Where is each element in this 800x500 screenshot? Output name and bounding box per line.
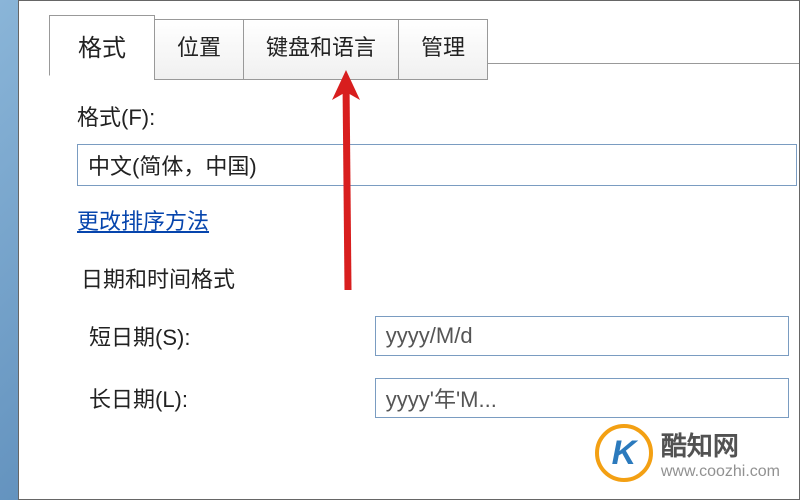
change-sort-link[interactable]: 更改排序方法 <box>77 204 209 236</box>
short-date-row: 短日期(S): yyyy/M/d <box>77 316 789 356</box>
short-date-combo[interactable]: yyyy/M/d <box>375 316 789 356</box>
watermark-text: 酷知网 www.coozhi.com <box>661 426 780 481</box>
long-date-value: yyyy'年'M... <box>386 382 497 414</box>
watermark-logo-icon: K <box>595 424 653 482</box>
watermark: K 酷知网 www.coozhi.com <box>595 424 780 482</box>
tab-location[interactable]: 位置 <box>154 19 244 80</box>
datetime-group-label: 日期和时间格式 <box>81 262 789 294</box>
long-date-combo[interactable]: yyyy'年'M... <box>375 378 789 418</box>
long-date-row: 长日期(L): yyyy'年'M... <box>77 378 789 418</box>
tab-bar: 格式 位置 键盘和语言 管理 <box>49 19 487 80</box>
format-label: 格式(F): <box>77 100 789 132</box>
format-combo-value: 中文(简体，中国) <box>88 149 257 181</box>
tab-keyboard-language[interactable]: 键盘和语言 <box>243 19 399 80</box>
long-date-label: 长日期(L): <box>89 382 375 414</box>
watermark-logo-letter: K <box>612 434 637 473</box>
tab-format[interactable]: 格式 <box>49 15 155 76</box>
watermark-site-url: www.coozhi.com <box>661 463 780 481</box>
watermark-site-name: 酷知网 <box>661 426 780 463</box>
format-combo[interactable]: 中文(简体，中国) <box>77 144 797 186</box>
short-date-value: yyyy/M/d <box>386 323 473 349</box>
short-date-label: 短日期(S): <box>89 320 375 352</box>
tab-admin[interactable]: 管理 <box>398 19 488 80</box>
